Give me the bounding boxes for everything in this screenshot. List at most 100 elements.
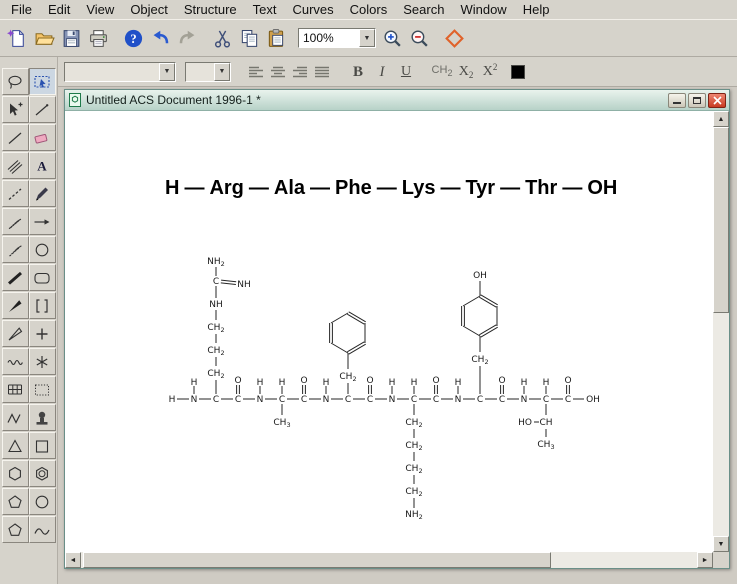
color-swatch[interactable] (511, 64, 525, 79)
align-left-button[interactable] (245, 61, 267, 83)
svg-text:O: O (564, 376, 571, 386)
menu-view[interactable]: View (78, 1, 122, 18)
open-button[interactable] (31, 25, 58, 52)
menu-colors[interactable]: Colors (342, 1, 396, 18)
redo-button[interactable] (174, 25, 201, 52)
chain-tool[interactable] (1, 404, 29, 431)
text-tool[interactable]: A (28, 152, 56, 179)
svg-text:NH: NH (209, 300, 223, 310)
hollow-wedge-tool[interactable] (1, 320, 29, 347)
cut-button[interactable] (209, 25, 236, 52)
bold-bond-tool[interactable] (1, 264, 29, 291)
cyclopentane-tool[interactable] (1, 488, 29, 515)
svg-text:CH2: CH2 (405, 464, 422, 475)
svg-text:H: H (543, 378, 550, 388)
curve-tool[interactable] (28, 516, 56, 543)
close-button[interactable] (708, 92, 726, 108)
help-button[interactable]: ? (120, 25, 147, 52)
close-icon (712, 95, 722, 105)
circle-tool[interactable] (28, 488, 56, 515)
menu-object[interactable]: Object (122, 1, 176, 18)
subscript-button[interactable]: X2 (455, 61, 477, 83)
svg-text:O: O (300, 376, 307, 386)
paste-button[interactable] (263, 25, 290, 52)
benzene-tool[interactable] (28, 460, 56, 487)
wavy-bond-tool[interactable] (1, 348, 29, 375)
triangle-tool[interactable] (1, 432, 29, 459)
horizontal-scroll-thumb[interactable] (83, 552, 551, 568)
vertical-scroll-track[interactable] (713, 127, 729, 536)
scroll-right-button[interactable]: ► (697, 552, 713, 568)
align-center-button[interactable] (267, 61, 289, 83)
rounded-rect-tool[interactable] (28, 264, 56, 291)
zoom-out-button[interactable] (406, 25, 433, 52)
menu-text[interactable]: Text (245, 1, 285, 18)
square-tool[interactable] (28, 432, 56, 459)
align-justify-button[interactable] (311, 61, 333, 83)
font-dropdown-button[interactable]: ▼ (159, 62, 175, 81)
align-right-button[interactable] (289, 61, 311, 83)
orbital-tool[interactable] (28, 236, 56, 263)
horizontal-scroll-track[interactable] (81, 552, 697, 568)
zoom-dropdown-button[interactable]: ▼ (359, 29, 375, 47)
vertical-scrollbar[interactable]: ▲ ▼ (713, 111, 729, 552)
underline-button[interactable]: U (395, 61, 417, 83)
asterisk-tool[interactable] (28, 348, 56, 375)
zoom-in-button[interactable] (379, 25, 406, 52)
wedge-bond-tool[interactable] (1, 292, 29, 319)
cyclohexane-tool[interactable] (1, 460, 29, 487)
bond-tool[interactable] (28, 96, 56, 123)
document-canvas[interactable]: H — Arg — Ala — Phe — Lys — Tyr — Thr — OH HNHCCONHCHC… (65, 111, 713, 552)
menu-curves[interactable]: Curves (284, 1, 341, 18)
font-combo[interactable]: ▼ (64, 61, 176, 82)
move-tool[interactable] (1, 96, 29, 123)
scroll-down-button[interactable]: ▼ (713, 536, 729, 552)
minimize-button[interactable] (668, 92, 686, 108)
document-content: H — Arg — Ala — Phe — Lys — Tyr — Thr — OH HNHCCONHCHC… (65, 111, 729, 568)
scroll-left-button[interactable]: ◄ (65, 552, 81, 568)
menu-search[interactable]: Search (395, 1, 452, 18)
hashed-bond-tool[interactable] (1, 208, 29, 235)
undo-button[interactable] (147, 25, 174, 52)
dashed-bond-tool[interactable] (1, 180, 29, 207)
horizontal-scrollbar[interactable]: ◄ ► (65, 552, 713, 568)
cyclopentadiene-tool[interactable] (1, 516, 29, 543)
print-button[interactable] (85, 25, 112, 52)
eraser-tool[interactable] (28, 124, 56, 151)
plus-tool[interactable] (28, 320, 56, 347)
marquee-tool[interactable] (28, 68, 56, 95)
menu-edit[interactable]: Edit (40, 1, 78, 18)
bracket-tool[interactable] (28, 292, 56, 319)
italic-button[interactable]: I (371, 61, 393, 83)
right-column: ▼ ▼ B I U CH 2 X2 X2 Untitled ACS Docume… (58, 57, 737, 584)
svg-text:O: O (234, 376, 241, 386)
font-size-combo[interactable]: ▼ (185, 61, 231, 82)
pen-tool[interactable] (28, 180, 56, 207)
hashed-wedge-tool[interactable] (1, 236, 29, 263)
shape-diamond-button[interactable] (441, 25, 468, 52)
menu-structure[interactable]: Structure (176, 1, 245, 18)
font-size-dropdown-button[interactable]: ▼ (214, 62, 230, 81)
bold-button[interactable]: B (347, 61, 369, 83)
document-titlebar[interactable]: Untitled ACS Document 1996-1 * (65, 90, 729, 111)
formula-button[interactable]: CH 2 (431, 61, 453, 83)
template-tool[interactable] (28, 404, 56, 431)
selection-rect-tool[interactable] (28, 376, 56, 403)
superscript-button[interactable]: X2 (479, 61, 501, 83)
scroll-up-button[interactable]: ▲ (713, 111, 729, 127)
multiple-bond-tool[interactable] (1, 152, 29, 179)
save-button[interactable] (58, 25, 85, 52)
restore-button[interactable] (688, 92, 706, 108)
arrow-tool[interactable] (28, 208, 56, 235)
single-bond-tool[interactable] (1, 124, 29, 151)
menu-window[interactable]: Window (452, 1, 514, 18)
lasso-tool[interactable] (1, 68, 29, 95)
new-document-button[interactable] (4, 25, 31, 52)
formula-base: CH (431, 63, 448, 76)
menu-help[interactable]: Help (515, 1, 558, 18)
table-tool[interactable] (1, 376, 29, 403)
menu-file[interactable]: File (3, 1, 40, 18)
copy-button[interactable] (236, 25, 263, 52)
vertical-scroll-thumb[interactable] (713, 127, 729, 313)
zoom-combo[interactable]: 100% ▼ (298, 28, 376, 48)
